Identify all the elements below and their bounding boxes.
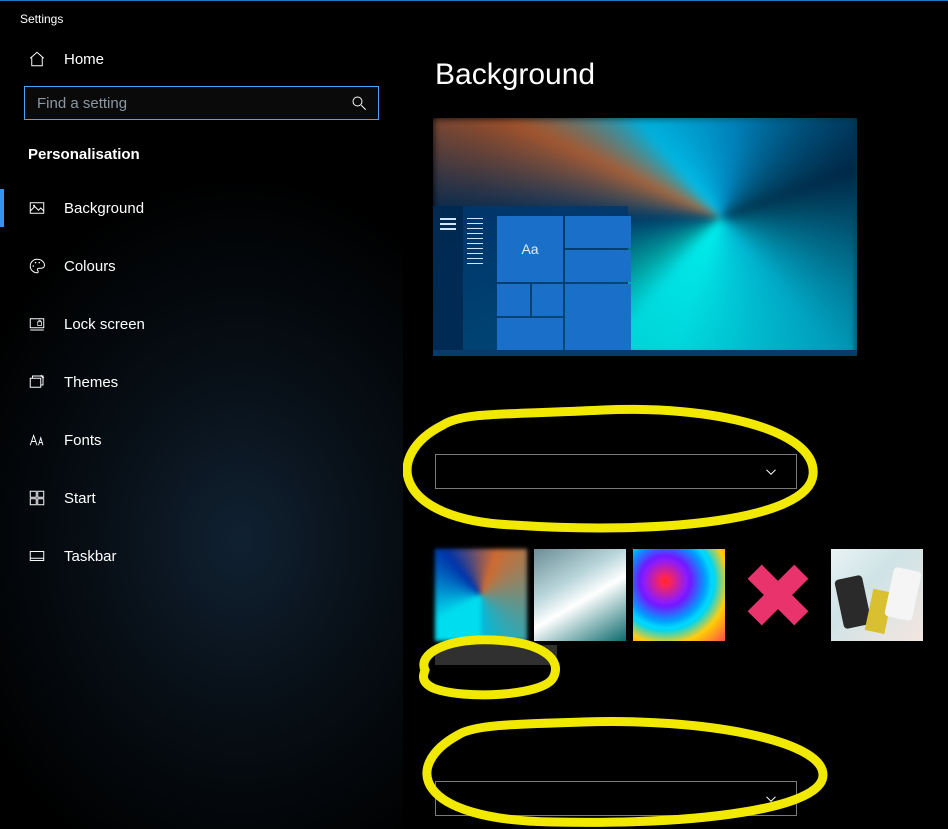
picture-thumbnail[interactable] [633,549,725,641]
sidebar-item-fonts[interactable]: Fonts [0,411,403,469]
picture-thumbnail[interactable] [435,549,527,641]
background-preview: Aa [433,118,857,356]
main-content: Background Aa [403,0,948,829]
sidebar-item-themes[interactable]: Themes [0,353,403,411]
picture-thumbnail[interactable] [831,549,923,641]
preview-taskbar [433,350,857,356]
search-input[interactable] [24,86,379,120]
sidebar-item-label: Fonts [64,432,102,449]
palette-icon [28,257,46,275]
home-label: Home [64,51,104,68]
fit-dropdown[interactable] [435,781,797,816]
chevron-down-icon [762,463,780,481]
sidebar-item-start[interactable]: Start [0,469,403,527]
background-type-dropdown[interactable] [435,454,797,489]
sidebar-item-label: Themes [64,374,118,391]
search-icon [350,94,368,112]
picture-thumbnail[interactable] [732,549,824,641]
lock-screen-icon [28,315,46,333]
sidebar-item-label: Taskbar [64,548,117,565]
sidebar: Settings Home Personalisation Background [0,0,403,829]
start-icon [28,489,46,507]
page-title: Background [433,0,948,118]
search-field[interactable] [35,94,350,113]
chevron-down-icon [762,790,780,808]
browse-button[interactable] [435,645,557,665]
preview-start-menu: Aa [433,206,628,356]
sidebar-nav: Background Colours Lock screen Themes [0,179,403,585]
fonts-icon [28,431,46,449]
home-button[interactable]: Home [0,26,403,86]
window-title: Settings [0,0,403,26]
sidebar-item-taskbar[interactable]: Taskbar [0,527,403,585]
sidebar-item-label: Background [64,200,144,217]
picture-icon [28,199,46,217]
sidebar-item-background[interactable]: Background [0,179,403,237]
category-heading: Personalisation [0,142,403,179]
taskbar-icon [28,547,46,565]
home-icon [28,50,46,68]
themes-icon [28,373,46,391]
picture-thumbnail[interactable] [534,549,626,641]
picture-thumbnails [435,549,948,641]
sidebar-item-label: Lock screen [64,316,145,333]
sidebar-item-colours[interactable]: Colours [0,237,403,295]
preview-sample-text-tile: Aa [497,216,563,282]
sidebar-item-lock-screen[interactable]: Lock screen [0,295,403,353]
sidebar-item-label: Start [64,490,96,507]
sidebar-item-label: Colours [64,258,116,275]
